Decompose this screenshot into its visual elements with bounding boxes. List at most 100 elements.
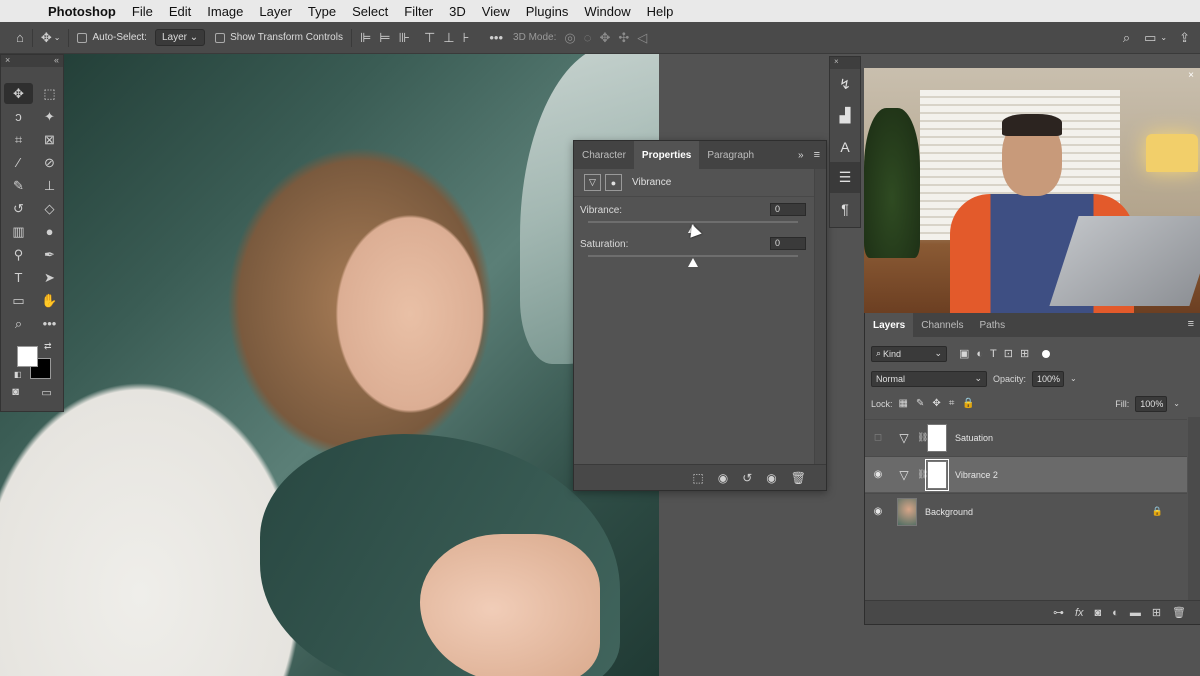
workspace-icon[interactable]: ▭ [1144,30,1156,46]
filter-type-icons[interactable]: ▣◐T⊡⊞ [959,347,1036,360]
history-brush-icon[interactable]: ↺ [4,198,33,219]
fill-input[interactable]: 100% [1135,395,1168,412]
tab-properties[interactable]: Properties [633,141,700,169]
3d-mode-icons[interactable]: ◎◌✥✣◁ [564,30,655,46]
magic-wand-icon[interactable]: ✦ [35,106,64,127]
menu-help[interactable]: Help [639,4,682,19]
histogram-panel-icon[interactable]: ▟ [830,100,860,131]
menu-3d[interactable]: 3D [441,4,474,19]
search-icon[interactable]: ⌕ [1123,30,1130,46]
layer-row-background[interactable]: ◉ Background 🔒 [865,493,1187,529]
fx-icon[interactable]: fx [1075,607,1084,619]
strip-header[interactable]: × [830,57,860,69]
gradient-tool-icon[interactable]: ▥ [4,221,33,242]
adjustment-layer-icon[interactable]: ◐ [1112,607,1119,619]
tab-channels[interactable]: Channels [913,313,971,337]
layer-name[interactable]: Vibrance 2 [955,470,998,480]
character-panel-icon[interactable]: A [830,131,860,162]
view-previous-icon[interactable]: ◉ [718,471,728,485]
lock-icons[interactable]: ▦✎✥⌗🔒 [899,398,983,409]
default-colors-icon[interactable]: ◧ [14,370,22,379]
eye-icon[interactable]: ◉ [865,506,891,517]
menu-view[interactable]: View [474,4,518,19]
collapse-icon[interactable]: « [54,55,59,67]
visibility-icon[interactable]: ◉ [766,471,776,485]
dodge-tool-icon[interactable]: ⚲ [4,244,33,265]
share-icon[interactable]: ⇪ [1179,30,1190,46]
trash-icon[interactable]: 🗑 [1172,606,1186,619]
chevron-down-icon[interactable]: ⌄ [1160,33,1167,42]
new-group-icon[interactable]: ▬ [1130,607,1141,619]
history-panel-icon[interactable]: ↯ [830,69,860,100]
menu-plugins[interactable]: Plugins [518,4,577,19]
panel-menu-icon[interactable]: ≡ [1188,318,1194,330]
quick-mask-icon[interactable]: ◙ [12,386,19,399]
visibility-off-icon[interactable]: ◻ [865,432,891,443]
clip-to-layer-icon[interactable]: ⬚ [692,471,703,485]
more-tools-icon[interactable]: ••• [35,313,64,334]
move-tool-icon[interactable]: ✥ [41,30,52,46]
chevron-down-icon[interactable]: ⌄ [54,33,61,42]
menu-window[interactable]: Window [576,4,638,19]
eraser-icon[interactable]: ◇ [35,198,64,219]
eyedropper-icon[interactable]: ⁄ [4,152,33,173]
tab-layers[interactable]: Layers [865,313,914,337]
tab-character[interactable]: Character [574,141,634,169]
filter-toggle-icon[interactable] [1042,349,1051,358]
lasso-tool-icon[interactable]: ↄ [4,106,33,127]
document-canvas[interactable] [0,54,659,676]
close-icon[interactable]: × [1188,70,1194,81]
properties-scrollbar[interactable] [814,169,826,466]
layer-mask-thumbnail[interactable] [925,458,949,491]
transform-controls-checkbox[interactable] [215,32,226,43]
panel-menu-icon[interactable]: ≡ [814,149,820,161]
lock-icon[interactable]: 🔒 [1152,506,1163,517]
stamp-tool-icon[interactable]: ⊥ [35,175,64,196]
menu-filter[interactable]: Filter [396,4,441,19]
layer-thumbnail[interactable] [897,497,917,526]
menu-select[interactable]: Select [344,4,396,19]
marquee-tool-icon[interactable]: ⬚ [35,83,64,104]
new-layer-icon[interactable]: ⊞ [1152,606,1161,619]
move-tool-icon[interactable]: ✥ [4,83,33,104]
brush-tool-icon[interactable]: ✎ [4,175,33,196]
close-icon[interactable]: × [5,55,10,67]
trash-icon[interactable]: 🗑 [791,471,806,485]
paragraph-panel-icon[interactable]: ¶ [830,193,860,224]
menu-edit[interactable]: Edit [161,4,199,19]
layer-name[interactable]: Background [925,507,973,517]
screen-mode-icon[interactable]: ▭ [41,386,51,399]
vibrance-input[interactable]: 0 [770,203,806,216]
kind-filter[interactable]: ⌕ Kind ⌄ [871,345,947,362]
distribute-icons[interactable]: ⊤⊥⊦ [424,30,477,46]
align-icons[interactable]: ⊫⊨⊪ [360,30,418,46]
tab-paths[interactable]: Paths [972,313,1014,337]
home-icon[interactable]: ⌂ [16,30,24,45]
link-layers-icon[interactable]: ⊶ [1053,606,1064,619]
saturation-slider-track[interactable] [588,255,798,257]
menu-image[interactable]: Image [199,4,251,19]
frame-tool-icon[interactable]: ⊠ [35,129,64,150]
layer-name[interactable]: Satuation [955,433,993,443]
pen-tool-icon[interactable]: ✒ [35,244,64,265]
more-icon[interactable]: ••• [489,30,503,45]
eye-icon[interactable]: ◉ [865,469,891,480]
menu-app-photoshop[interactable]: Photoshop [40,4,124,19]
layer-row-satuation[interactable]: ◻ ▽ ⛓ Satuation [865,419,1187,455]
chevron-down-icon[interactable]: ⌄ [1173,399,1180,408]
swap-colors-icon[interactable]: ⇄ [44,341,52,352]
foreground-color-swatch[interactable] [17,346,38,367]
path-select-icon[interactable]: ➤ [35,267,64,288]
menu-layer[interactable]: Layer [251,4,300,19]
blend-mode-dropdown[interactable]: Normal ⌄ [871,370,987,387]
opacity-input[interactable]: 100% [1032,370,1065,387]
rectangle-tool-icon[interactable]: ▭ [4,290,33,311]
blur-tool-icon[interactable]: ● [35,221,64,242]
tools-panel-header[interactable]: × « [1,55,63,67]
add-mask-icon[interactable]: ◙ [1095,607,1102,619]
type-tool-icon[interactable]: T [4,267,33,288]
chevron-down-icon[interactable]: ⌄ [1070,374,1077,383]
auto-select-dropdown[interactable]: Layer ⌄ [154,29,206,46]
tab-paragraph[interactable]: Paragraph [699,141,762,169]
layer-mask-thumbnail[interactable] [927,423,947,452]
